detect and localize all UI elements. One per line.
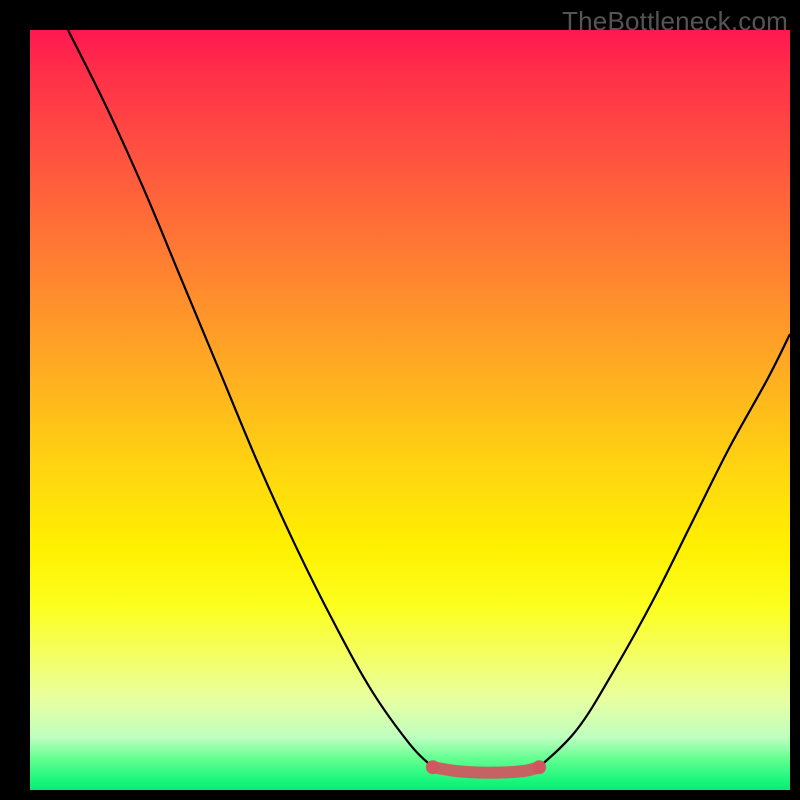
flat-band — [433, 767, 539, 773]
right-curve — [539, 334, 790, 767]
plot-gradient-background — [30, 30, 790, 790]
flat-band-end-right — [532, 760, 546, 774]
left-curve — [68, 30, 433, 767]
watermark-text: TheBottleneck.com — [562, 6, 788, 37]
curve-layer — [30, 30, 790, 790]
flat-band-end-left — [426, 760, 440, 774]
